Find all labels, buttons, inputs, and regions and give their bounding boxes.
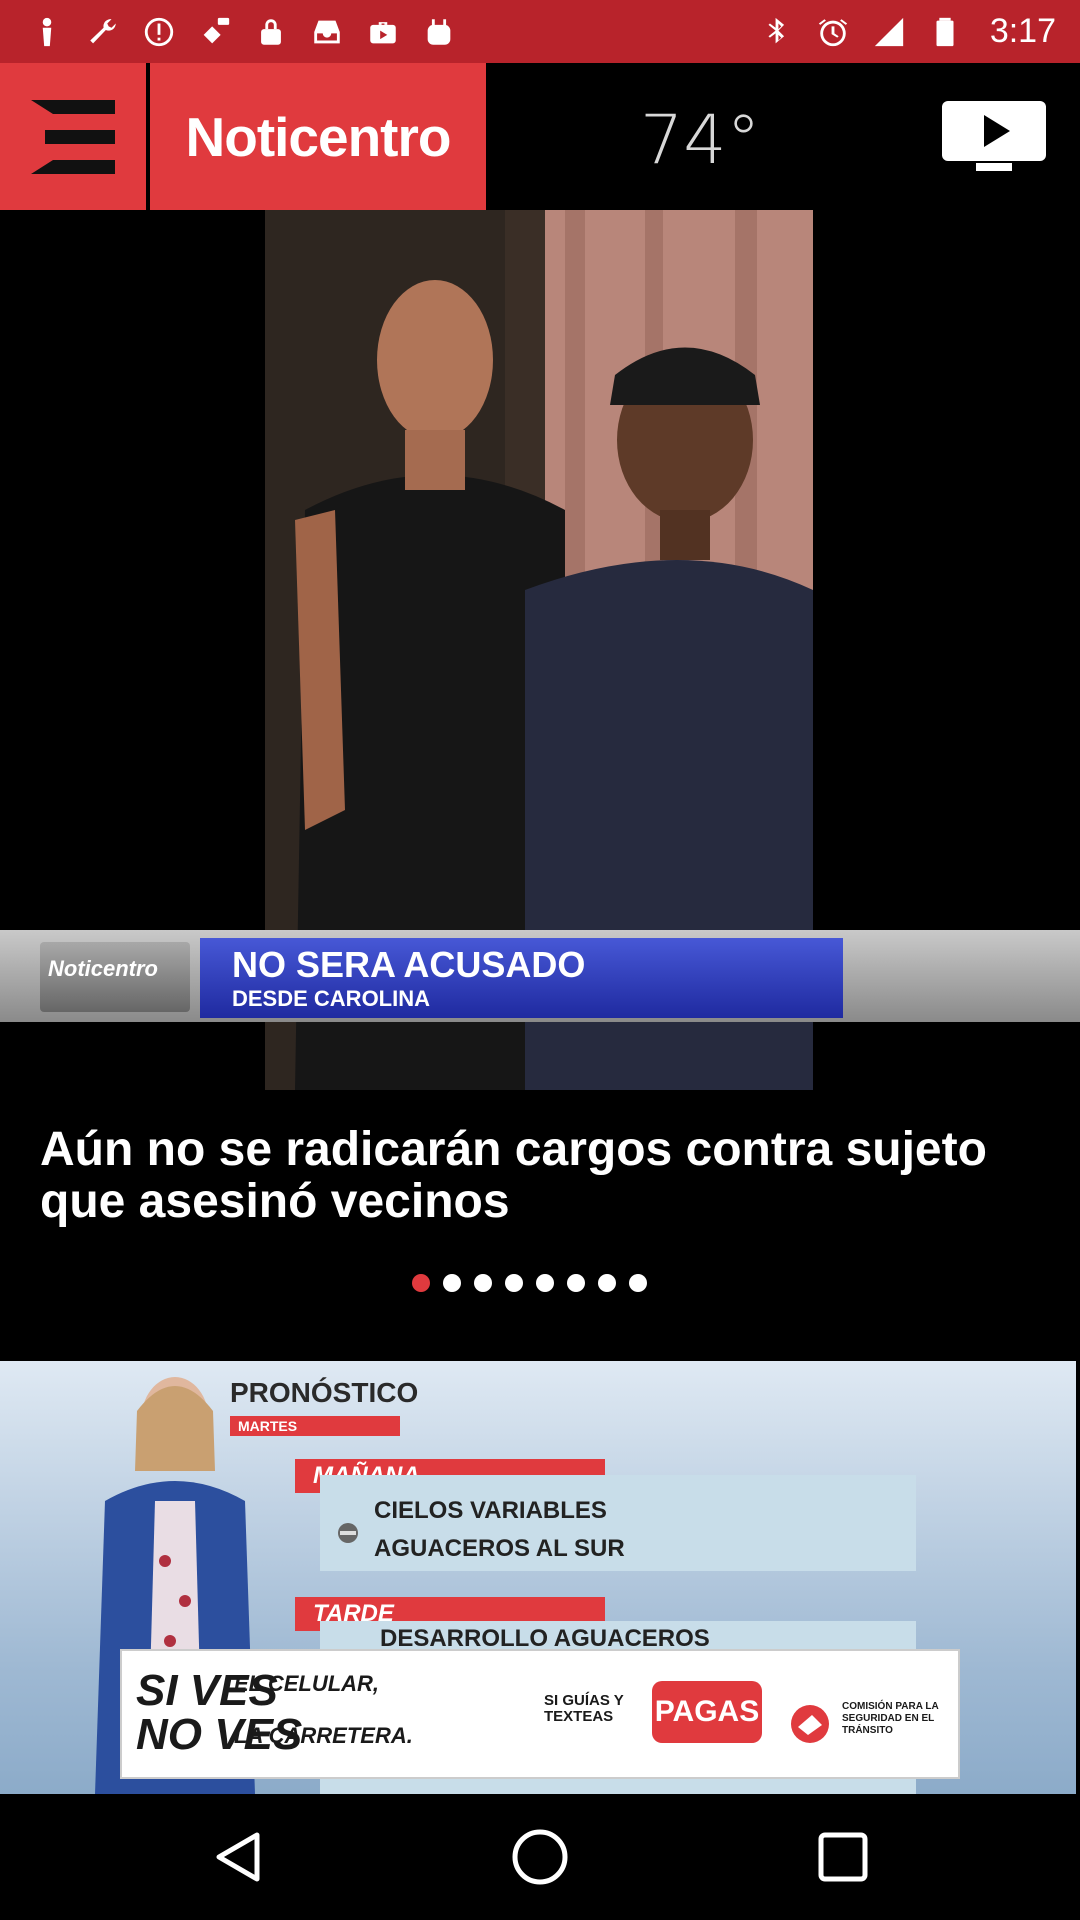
- back-button[interactable]: [206, 1824, 272, 1890]
- temperature[interactable]: 74°: [640, 101, 761, 180]
- status-left-icons: [30, 15, 456, 49]
- carousel-dot[interactable]: [474, 1274, 492, 1292]
- forecast-day: MARTES: [230, 1416, 400, 1436]
- lower-third-headline: NO SERA ACUSADO: [232, 944, 586, 985]
- app-header: Noticentro 74°: [0, 63, 1080, 210]
- navigation-bar: [0, 1794, 1080, 1920]
- carousel-dot[interactable]: [629, 1274, 647, 1292]
- ad-slogan-small1: EL CELULAR,: [234, 1671, 380, 1696]
- inbox-icon: [310, 15, 344, 49]
- cloud-rain-icon: [338, 1523, 358, 1543]
- brand-logo[interactable]: Noticentro: [150, 63, 486, 210]
- lower-third-banner: NO SERA ACUSADO DESDE CAROLINA: [200, 938, 843, 1018]
- morning-line1: CIELOS VARIABLES: [374, 1497, 607, 1524]
- fake-gps-icon: [198, 15, 232, 49]
- menu-button[interactable]: [0, 63, 146, 210]
- signal-icon: [872, 15, 906, 49]
- alarm-icon: [816, 15, 850, 49]
- carousel-dot[interactable]: [598, 1274, 616, 1292]
- commission-logo-icon: [791, 1705, 829, 1743]
- article-headline[interactable]: Aún no se radicarán cargos contra sujeto…: [40, 1124, 1040, 1228]
- recents-button[interactable]: [810, 1824, 876, 1890]
- lower-third-subline: DESDE CAROLINA: [232, 986, 431, 1011]
- alert-icon: [142, 15, 176, 49]
- tv-lower-third: Noticentro NO SERA ACUSADO DESDE CAROLIN…: [0, 930, 1080, 1022]
- ad-slogan-small2: LA CARRETERA.: [234, 1723, 413, 1748]
- carousel-dot[interactable]: [505, 1274, 523, 1292]
- carousel-indicator: [412, 1274, 647, 1292]
- live-tv-button[interactable]: [940, 99, 1048, 175]
- ad-commission: COMISIÓN PARA LA SEGURIDAD EN EL TRÁNSIT…: [842, 1701, 939, 1736]
- ad-banner[interactable]: SI VES NO VES EL CELULAR, LA CARRETERA. …: [120, 1649, 960, 1779]
- hero-slide[interactable]: Noticentro NO SERA ACUSADO DESDE CAROLIN…: [0, 210, 1080, 1090]
- tv-play-icon: [942, 101, 1046, 171]
- home-button[interactable]: [507, 1824, 573, 1890]
- carousel-dot[interactable]: [567, 1274, 585, 1292]
- recents-icon: [818, 1832, 868, 1882]
- bag-icon: [422, 15, 456, 49]
- person-icon: [30, 15, 64, 49]
- morning-line2: AGUACEROS AL SUR: [374, 1535, 625, 1562]
- home-icon: [512, 1829, 568, 1885]
- battery-icon: [928, 15, 962, 49]
- wrench-icon: [86, 15, 120, 49]
- carousel-dot[interactable]: [536, 1274, 554, 1292]
- menu-icon: [31, 99, 115, 174]
- forecast-title: PRONÓSTICO: [230, 1377, 419, 1408]
- carousel-dot[interactable]: [412, 1274, 430, 1292]
- status-time: 3:17: [989, 12, 1056, 50]
- back-icon: [216, 1832, 260, 1882]
- ad-mid-text: SI GUÍAS Y TEXTEAS: [544, 1692, 624, 1725]
- ad-brand: PAGAS: [652, 1681, 762, 1743]
- status-right-icons: 3:17: [760, 12, 1056, 51]
- brand-name: Noticentro: [185, 105, 452, 168]
- carousel-dot[interactable]: [443, 1274, 461, 1292]
- lock-icon: [254, 15, 288, 49]
- status-bar: 3:17: [0, 0, 1080, 63]
- bluetooth-icon: [760, 15, 794, 49]
- briefcase-icon: [366, 15, 400, 49]
- lower-third-logo: Noticentro: [40, 942, 190, 1012]
